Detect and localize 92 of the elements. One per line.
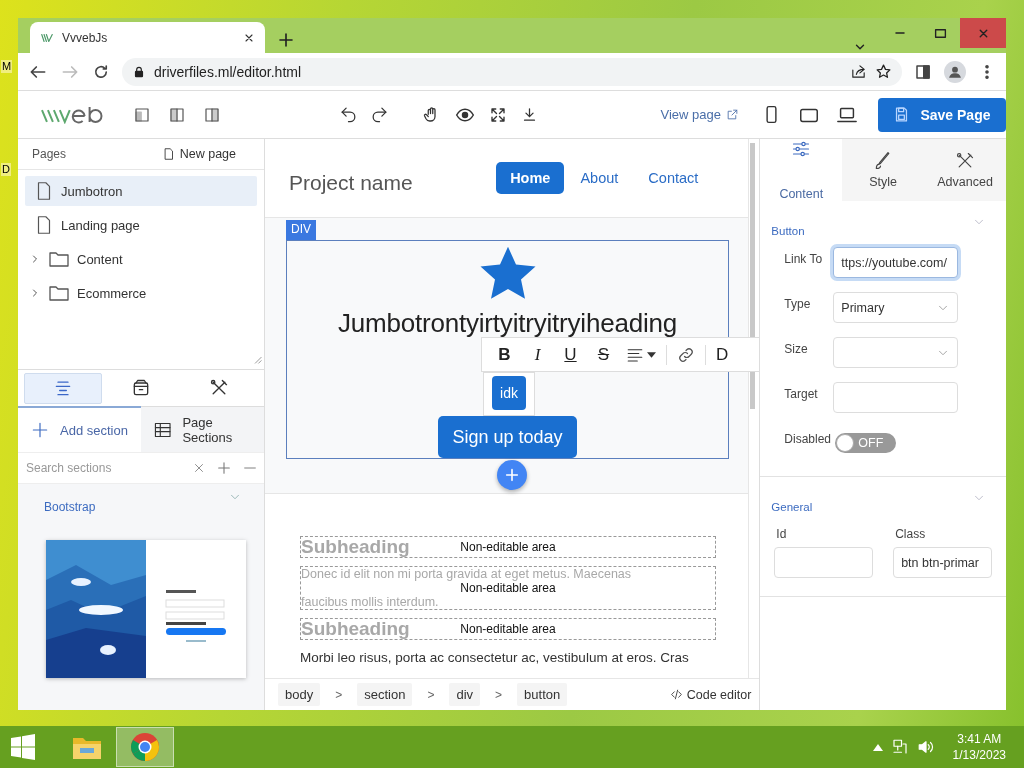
text-field[interactable]: btn btn-primar [893, 547, 992, 578]
breadcrumb-separator: > [494, 687, 504, 702]
ghost-subheading: Subheading [301, 619, 410, 639]
text-field[interactable] [833, 382, 959, 413]
property-tab[interactable]: Content [760, 139, 843, 201]
plus-icon [504, 467, 520, 483]
address-bar[interactable]: driverfiles.ml/editor.html [122, 57, 902, 86]
format-button[interactable]: I [521, 344, 554, 365]
network-icon[interactable] [890, 738, 909, 756]
text-field[interactable]: ttps://youtube.com/ [833, 247, 959, 278]
group-title[interactable]: Bootstrap [44, 500, 246, 514]
format-button[interactable]: U [554, 344, 587, 365]
element-tag: DIV [286, 220, 316, 240]
nav-link[interactable]: About [566, 162, 633, 194]
view-page-link[interactable]: View page [660, 107, 739, 122]
panel-title: Pages [32, 147, 67, 161]
field-label: Target [783, 386, 819, 401]
paragraph: Morbi leo risus, porta ac consectetur ac, vestibulum at eros. Cras [300, 650, 690, 665]
breadcrumb-separator: > [334, 687, 344, 702]
taskbar-app[interactable] [116, 727, 174, 767]
resize-handle-icon[interactable] [252, 354, 262, 364]
select-field[interactable] [833, 337, 959, 368]
ghost-text-line: Donec id elit non mi porta gravida at eget metus. Maecenas [301, 567, 632, 581]
area-label: Non-editable area [460, 540, 556, 554]
desktop-icon-label: M [1, 60, 13, 73]
breadcrumb-item[interactable]: section [357, 683, 413, 706]
box-icon [131, 378, 151, 398]
area-label: Non-editable area [460, 622, 556, 636]
text-field[interactable] [774, 547, 874, 578]
page-item[interactable]: Landing page [25, 210, 257, 240]
section-title[interactable]: Button [771, 225, 1006, 237]
field-label: Link To [783, 251, 824, 266]
new-page-button[interactable]: New page [161, 147, 236, 161]
browser-tab[interactable]: VvvebJs [30, 22, 265, 53]
section-title[interactable]: General [771, 501, 1006, 513]
clear-icon[interactable] [192, 461, 206, 475]
clock-date: 1/13/2023 [952, 747, 1006, 763]
field-label: Type [783, 296, 812, 311]
save-page-button[interactable]: Save Page [877, 97, 1006, 132]
new-tab-icon[interactable] [277, 31, 295, 49]
field-label: Size [783, 341, 809, 356]
volume-icon[interactable] [916, 738, 935, 756]
code-icon [669, 688, 683, 701]
format-button[interactable]: D [716, 344, 729, 365]
show-hidden-icon[interactable] [872, 743, 883, 751]
panel-layout-icon[interactable] [133, 105, 152, 124]
fullscreen-icon[interactable] [489, 105, 508, 124]
page-item[interactable]: Ecommerce [25, 278, 257, 308]
format-button[interactable]: S [587, 344, 620, 365]
property-tab[interactable]: Advanced [924, 139, 1006, 201]
nav-link[interactable]: Contact [634, 162, 713, 194]
code-editor-button[interactable]: Code editor [669, 687, 752, 702]
format-button[interactable]: B [488, 344, 521, 365]
share-icon[interactable] [850, 63, 867, 80]
field-label: Class [894, 527, 927, 541]
brand-name: Project name [289, 170, 414, 195]
reload-icon[interactable] [92, 62, 110, 81]
avatar-icon[interactable] [944, 60, 966, 83]
maximize-icon[interactable] [933, 26, 947, 40]
field-label: Disabled [783, 431, 833, 446]
area-label: Non-editable area [460, 581, 556, 595]
select-field[interactable]: Primary [833, 292, 959, 323]
clock-time: 3:41 AM [957, 731, 1002, 747]
breadcrumb-item[interactable]: body [278, 683, 321, 706]
search-field[interactable]: Search sections [24, 460, 182, 476]
desktop-icon-label: D [1, 163, 11, 176]
ghost-text-line: faucibus mollis interdum. [301, 595, 439, 609]
breadcrumb-item[interactable]: button [517, 683, 568, 706]
section-tab[interactable]: Page Sections [141, 406, 264, 452]
browser-icon [130, 732, 160, 762]
link-icon[interactable] [677, 345, 695, 364]
page-item[interactable]: Content [25, 244, 257, 274]
side-panel-icon[interactable] [914, 62, 932, 81]
property-tab[interactable]: Style [842, 139, 925, 201]
breadcrumb-item[interactable]: div [449, 683, 481, 706]
heading: Jumbotrontyirtyitryitryiheading [337, 308, 678, 339]
nav-link[interactable]: Home [496, 162, 565, 194]
lock-icon [132, 64, 146, 79]
field-label: Id [775, 527, 788, 541]
start-icon[interactable] [10, 734, 36, 760]
sliders-icon [791, 139, 812, 159]
caret-icon[interactable] [647, 351, 656, 358]
page-item[interactable]: Jumbotron [25, 176, 257, 206]
breadcrumb-separator: > [426, 687, 436, 702]
external-link-icon [725, 108, 739, 121]
panel-layout-icon[interactable] [168, 105, 187, 124]
idk-button[interactable]: idk [492, 376, 526, 410]
panel-layout-icon[interactable] [203, 105, 222, 124]
ghost-subheading: Subheading [301, 537, 410, 557]
sign-up-button[interactable]: Sign up today [438, 416, 577, 458]
plus-icon [30, 420, 50, 440]
star-icon[interactable] [875, 63, 892, 80]
